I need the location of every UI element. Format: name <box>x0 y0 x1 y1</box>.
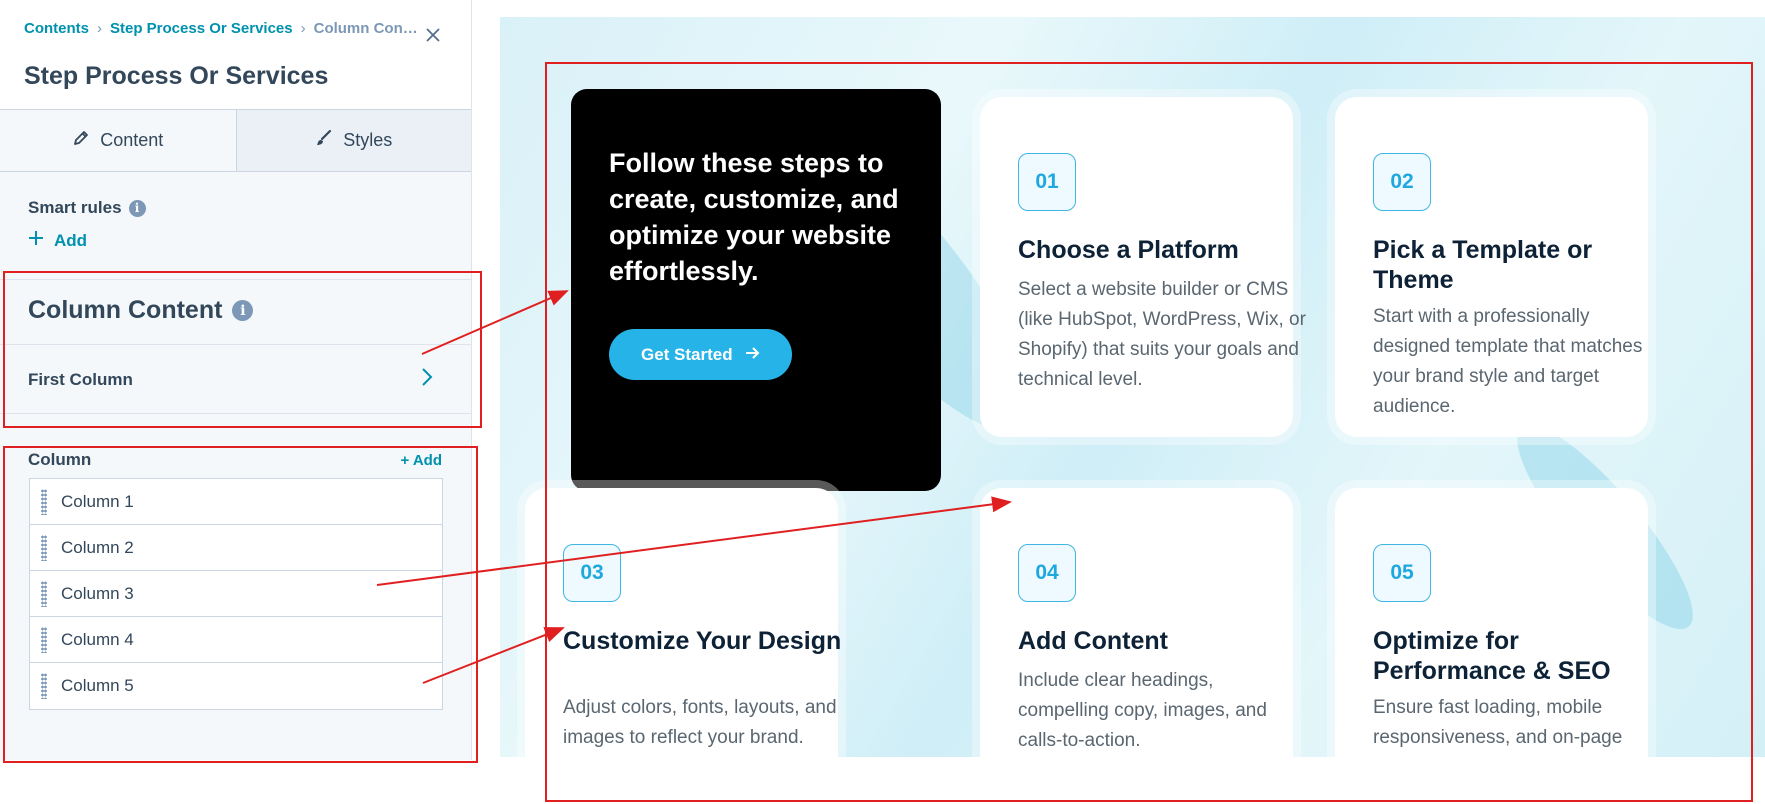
step-description: Include clear headings, compelling copy,… <box>1018 670 1267 751</box>
drag-handle-icon[interactable] <box>41 580 47 607</box>
list-item-label: Column 3 <box>61 583 134 603</box>
smart-rules-label: Smart rules i <box>28 198 146 218</box>
tab-bar: Content Styles <box>0 110 471 172</box>
step-number-badge: 01 <box>1018 153 1076 211</box>
chevron-right-icon: › <box>300 20 306 37</box>
list-item-label: Column 1 <box>61 491 134 511</box>
add-smart-rule-label: Add <box>54 230 88 250</box>
chevron-right-icon[interactable] <box>420 366 434 393</box>
step-description: Ensure fast loading, mobile responsivene… <box>1373 697 1623 748</box>
list-item[interactable]: Column 1 <box>30 479 442 525</box>
step-card: 05 Optimize for Performance & SEO Ensure… <box>1335 488 1648 757</box>
list-item[interactable]: Column 4 <box>30 617 442 663</box>
hero-card: Follow these steps to create, customize,… <box>571 89 941 491</box>
column-list-header: Column + Add <box>28 450 442 470</box>
step-title: Optimize for Performance & SEO <box>1373 627 1611 685</box>
sidebar-header: Contents › Step Process Or Services › Co… <box>0 0 471 110</box>
step-title: Add Content <box>1018 627 1168 655</box>
list-item[interactable]: Column 5 <box>30 663 442 709</box>
breadcrumb-current: Column Con… <box>313 20 418 37</box>
step-title: Pick a Template or Theme <box>1373 236 1593 294</box>
column-content-title-text: Column Content <box>28 296 223 324</box>
step-card: 01 Choose a Platform Select a website bu… <box>980 97 1306 437</box>
editor-sidebar: Contents › Step Process Or Services › Co… <box>0 0 472 760</box>
pencil-icon <box>72 129 90 152</box>
tab-content-label: Content <box>100 130 164 150</box>
info-icon[interactable]: i <box>232 300 254 321</box>
column-content-section: Column Content i First Column <box>0 279 472 414</box>
breadcrumb-step-process[interactable]: Step Process Or Services <box>110 20 293 37</box>
step-number-badge: 05 <box>1373 544 1431 602</box>
drag-handle-icon[interactable] <box>41 488 47 515</box>
plus-icon <box>28 230 44 251</box>
breadcrumb: Contents › Step Process Or Services › Co… <box>24 20 418 37</box>
first-column-link[interactable]: First Column <box>28 370 133 390</box>
tab-styles[interactable]: Styles <box>235 110 471 171</box>
drag-handle-icon[interactable] <box>41 673 47 699</box>
chevron-right-icon: › <box>97 20 102 37</box>
step-card: 02 Pick a Template or Theme Start with a… <box>1335 97 1648 437</box>
list-item[interactable]: Column 2 <box>30 525 442 571</box>
add-smart-rule-button[interactable]: Add <box>28 230 87 251</box>
tab-styles-label: Styles <box>343 130 393 150</box>
column-content-title: Column Content i <box>28 296 254 325</box>
divider <box>0 344 472 345</box>
tab-content[interactable]: Content <box>0 110 236 171</box>
column-list: Column 1 Column 2 Column 3 Column 4 Colu… <box>29 478 443 710</box>
step-description: Adjust colors, fonts, layouts, and image… <box>563 697 837 748</box>
get-started-button[interactable]: Get Started <box>609 329 792 380</box>
step-number-badge: 03 <box>563 544 621 602</box>
list-item-label: Column 5 <box>61 676 134 695</box>
page-preview: Follow these steps to create, customize,… <box>500 17 1765 757</box>
panel-title: Step Process Or Services <box>24 62 329 90</box>
step-title: Customize Your Design <box>563 627 842 655</box>
step-description: Select a website builder or CMS (like Hu… <box>1018 279 1306 390</box>
add-column-button[interactable]: + Add <box>400 452 442 469</box>
step-description: Start with a professionally designed tem… <box>1373 306 1643 417</box>
close-icon[interactable] <box>420 22 446 48</box>
step-title: Choose a Platform <box>1018 236 1239 264</box>
step-number-badge: 04 <box>1018 544 1076 602</box>
column-list-label: Column <box>28 450 92 469</box>
drag-handle-icon[interactable] <box>41 534 47 561</box>
info-icon[interactable]: i <box>128 199 146 217</box>
drag-handle-icon[interactable] <box>41 626 47 653</box>
breadcrumb-contents[interactable]: Contents <box>24 20 89 37</box>
brush-icon <box>315 129 333 152</box>
smart-rules-text: Smart rules <box>28 198 122 217</box>
list-item-label: Column 4 <box>61 629 134 649</box>
step-card: 03 Customize Your Design Adjust colors, … <box>525 488 841 757</box>
hero-heading: Follow these steps to create, customize,… <box>609 148 899 286</box>
list-item[interactable]: Column 3 <box>30 571 442 617</box>
list-item-label: Column 2 <box>61 537 134 557</box>
arrow-right-icon <box>745 345 760 365</box>
step-card: 04 Add Content Include clear headings, c… <box>980 488 1293 757</box>
get-started-label: Get Started <box>641 344 733 364</box>
step-number-badge: 02 <box>1373 153 1431 211</box>
